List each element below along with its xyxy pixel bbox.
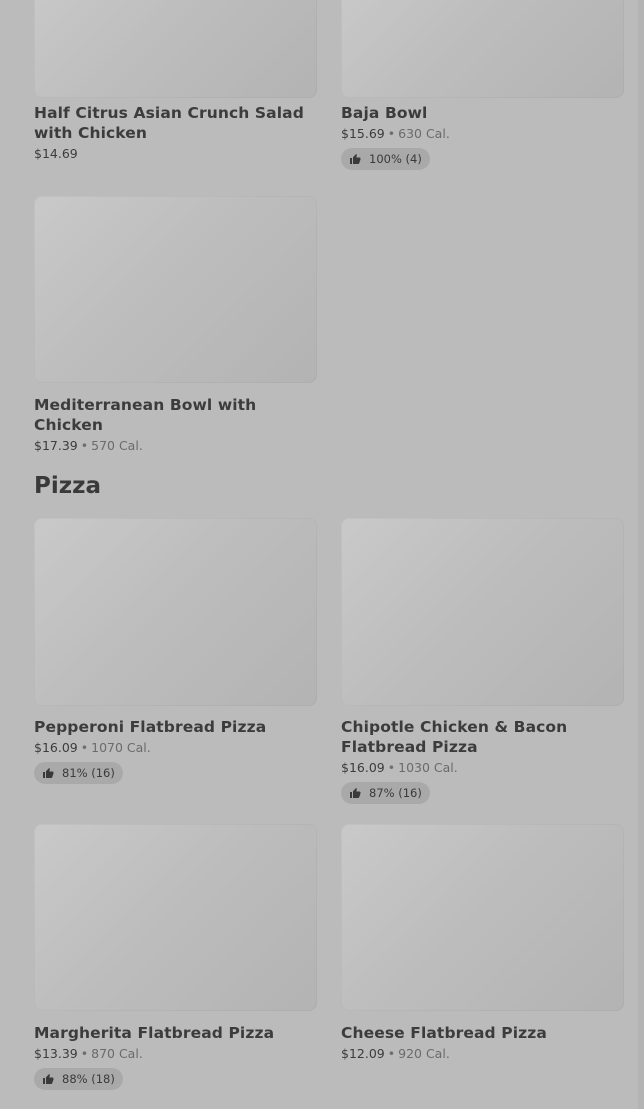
- menu-item-calories: 630 Cal.: [398, 126, 450, 141]
- menu-item-price: $12.09: [341, 1046, 385, 1061]
- menu-item-card-cheese[interactable]: Cheese Flatbread Pizza $12.09 • 920 Cal.: [341, 824, 624, 1062]
- menu-item-price: $17.39: [34, 438, 78, 453]
- menu-item-card-pepperoni[interactable]: Pepperoni Flatbread Pizza $16.09 • 1070 Ca…: [34, 518, 317, 784]
- menu-item-meta: $15.69 • 630 Cal.: [341, 126, 624, 142]
- rating-badge: 87% (16): [341, 782, 430, 804]
- rating-badge: 100% (4): [341, 148, 430, 170]
- menu-item-card-chipotle[interactable]: Chipotle Chicken & Bacon Flatbread Pizza…: [341, 518, 624, 804]
- meta-separator: •: [80, 740, 89, 755]
- menu-item-meta: $17.39 • 570 Cal.: [34, 438, 317, 454]
- thumbs-up-icon: [350, 788, 361, 798]
- menu-page: Half Citrus Asian Crunch Salad with Chic…: [0, 0, 644, 1109]
- menu-item-meta: $13.39 • 870 Cal.: [34, 1046, 317, 1062]
- menu-item-image[interactable]: [34, 0, 317, 98]
- meta-separator: •: [80, 1046, 89, 1061]
- menu-item-name: Baja Bowl: [341, 104, 428, 122]
- menu-item-card-margherita[interactable]: Margherita Flatbread Pizza $13.39 • 870 Ca…: [34, 824, 317, 1090]
- rating-text: 88% (18): [62, 1072, 115, 1086]
- menu-item-card-half-citrus[interactable]: Half Citrus Asian Crunch Salad with Chic…: [34, 0, 317, 162]
- menu-item-meta: $14.69: [34, 146, 317, 162]
- rating-badge: 88% (18): [34, 1068, 123, 1090]
- menu-item-image[interactable]: [34, 196, 317, 383]
- menu-item-name: Half Citrus Asian Crunch Salad with Chic…: [34, 104, 304, 142]
- menu-item-name: Chipotle Chicken & Bacon Flatbread Pizza: [341, 718, 568, 756]
- menu-item-name: Margherita Flatbread Pizza: [34, 1024, 275, 1042]
- menu-item-price: $14.69: [34, 146, 78, 161]
- rating-badge: 81% (16): [34, 762, 123, 784]
- section-title-pizza: Pizza: [34, 473, 102, 499]
- menu-item-card-baja-bowl[interactable]: Baja Bowl $15.69 • 630 Cal. 100% (4): [341, 0, 624, 170]
- menu-item-meta: $12.09 • 920 Cal.: [341, 1046, 624, 1062]
- menu-item-price: $16.09: [341, 760, 385, 775]
- menu-item-calories: 920 Cal.: [398, 1046, 450, 1061]
- thumbs-up-icon: [350, 154, 361, 164]
- rating-text: 81% (16): [62, 766, 115, 780]
- meta-separator: •: [387, 1046, 396, 1061]
- menu-item-calories: 1070 Cal.: [91, 740, 151, 755]
- scrollbar-track[interactable]: [638, 0, 644, 1109]
- rating-text: 100% (4): [369, 152, 422, 166]
- thumbs-up-icon: [43, 768, 54, 778]
- meta-separator: •: [387, 760, 396, 775]
- menu-item-name: Mediterranean Bowl with Chicken: [34, 396, 257, 434]
- menu-item-price: $13.39: [34, 1046, 78, 1061]
- menu-item-price: $16.09: [34, 740, 78, 755]
- menu-item-image[interactable]: [34, 824, 317, 1011]
- menu-item-calories: 1030 Cal.: [398, 760, 458, 775]
- menu-item-meta: $16.09 • 1070 Cal.: [34, 740, 317, 756]
- menu-item-card-mediterranean[interactable]: Mediterranean Bowl with Chicken $17.39 • 5…: [34, 196, 317, 454]
- menu-item-image[interactable]: [34, 518, 317, 706]
- menu-item-calories: 570 Cal.: [91, 438, 143, 453]
- menu-item-image[interactable]: [341, 824, 624, 1011]
- menu-item-image[interactable]: [341, 518, 624, 706]
- menu-item-meta: $16.09 • 1030 Cal.: [341, 760, 624, 776]
- menu-item-price: $15.69: [341, 126, 385, 141]
- meta-separator: •: [387, 126, 396, 141]
- menu-item-image[interactable]: [341, 0, 624, 98]
- menu-item-name: Cheese Flatbread Pizza: [341, 1024, 547, 1042]
- meta-separator: •: [80, 438, 89, 453]
- menu-item-name: Pepperoni Flatbread Pizza: [34, 718, 267, 736]
- thumbs-up-icon: [43, 1074, 54, 1084]
- rating-text: 87% (16): [369, 786, 422, 800]
- menu-item-calories: 870 Cal.: [91, 1046, 143, 1061]
